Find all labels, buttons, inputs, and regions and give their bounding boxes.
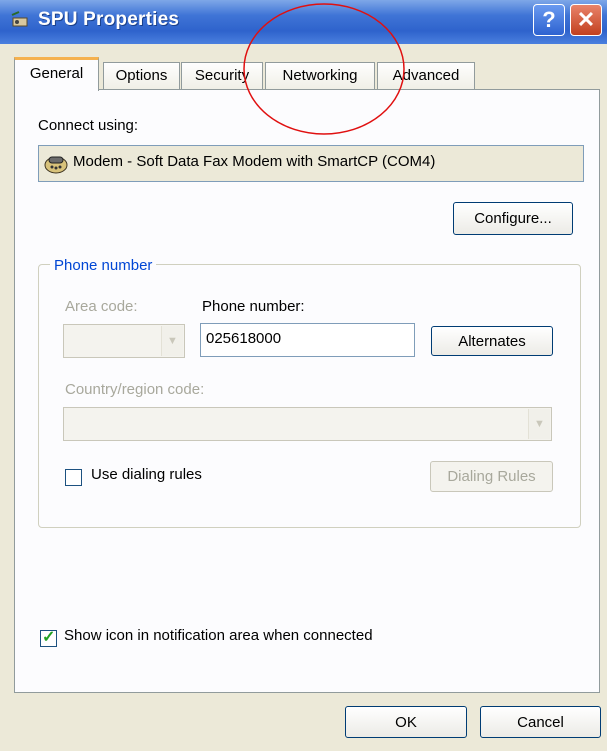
chevron-down-icon[interactable]: ▼: [528, 409, 550, 439]
modem-device-name: Modem - Soft Data Fax Modem with SmartCP…: [73, 153, 436, 170]
tab-general[interactable]: General: [14, 57, 99, 91]
phone-number-group-title: Phone number: [50, 257, 157, 274]
area-code-combo[interactable]: ▼: [63, 324, 185, 358]
phone-number-input[interactable]: 025618000: [200, 323, 415, 357]
checkmark-icon: ✓: [42, 629, 56, 646]
connect-using-label: Connect using:: [38, 117, 139, 134]
use-dialing-rules-checkbox[interactable]: [65, 469, 82, 486]
cancel-button[interactable]: Cancel: [480, 706, 601, 738]
ok-button[interactable]: OK: [345, 706, 467, 738]
configure-button[interactable]: Configure...: [453, 202, 573, 235]
tab-options[interactable]: Options: [103, 62, 180, 90]
alternates-button[interactable]: Alternates: [431, 326, 553, 356]
use-dialing-rules-label: Use dialing rules: [91, 466, 202, 483]
country-region-combo[interactable]: ▼: [63, 407, 552, 441]
country-region-label: Country/region code:: [65, 381, 205, 398]
phone-number-label: Phone number:: [202, 298, 305, 315]
connection-icon: [11, 11, 28, 27]
area-code-label: Area code:: [65, 298, 138, 315]
connect-device-field: Modem - Soft Data Fax Modem with SmartCP…: [38, 145, 584, 182]
window-title: SPU Properties: [38, 9, 180, 30]
close-button[interactable]: ✕: [570, 4, 602, 36]
chevron-down-icon[interactable]: ▼: [161, 326, 183, 356]
show-icon-label: Show icon in notification area when conn…: [64, 627, 373, 644]
dialing-rules-button[interactable]: Dialing Rules: [430, 461, 553, 492]
annotation-circle: [243, 3, 405, 135]
help-button[interactable]: ?: [533, 4, 565, 36]
show-icon-checkbox[interactable]: ✓: [40, 629, 57, 647]
modem-icon: [44, 156, 68, 174]
